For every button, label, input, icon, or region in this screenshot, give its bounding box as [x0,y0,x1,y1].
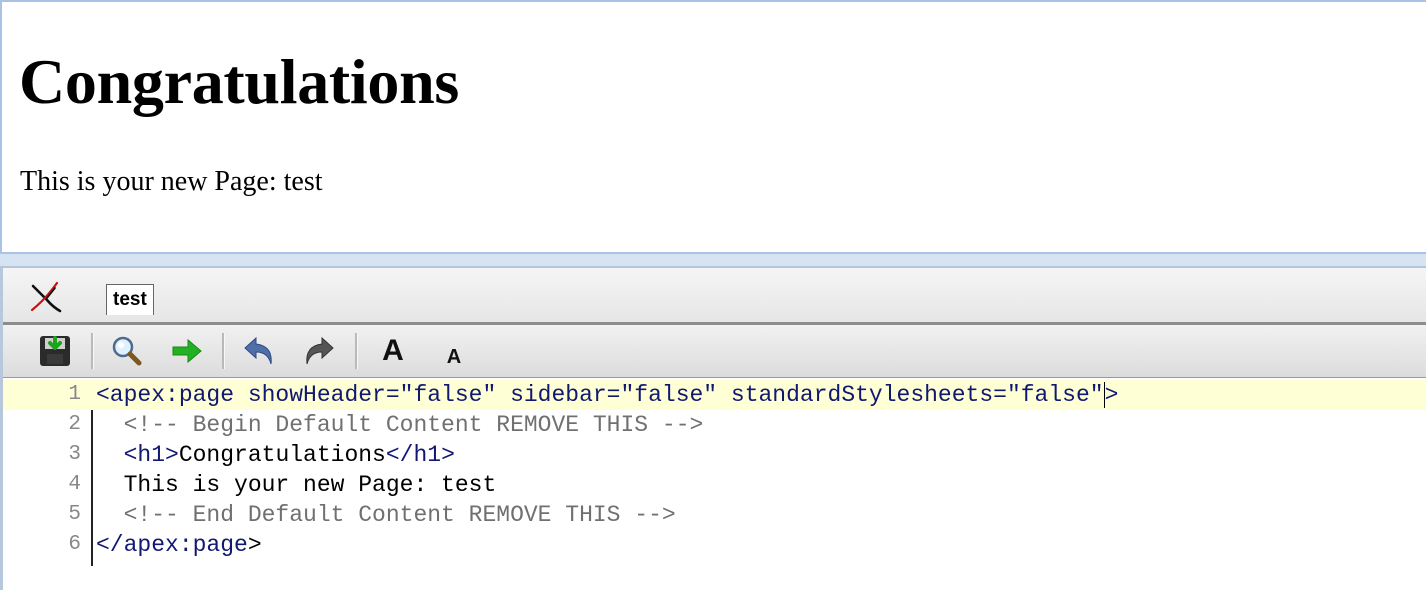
code-token: > [247,532,262,558]
code-token: > [1104,382,1119,408]
code-token: <apex:page showHeader="false" sidebar="f… [96,382,1104,408]
splitter[interactable] [0,254,1426,266]
search-icon [112,336,142,366]
code-token: </h1> [385,442,455,468]
redo-icon [306,336,334,365]
line-number: 6 [68,533,81,556]
go-to-line-icon [172,338,202,364]
line-number: 2 [68,413,81,436]
code-text: </apex:page> [96,530,262,560]
code-token: <!-- End Default Content REMOVE THIS --> [96,502,676,528]
code-text: <!-- End Default Content REMOVE THIS --> [96,500,676,530]
toolbar-separator [91,333,94,369]
code-token: <h1> [123,442,179,468]
tab-test[interactable]: test [106,284,154,315]
code-line[interactable]: 6 </apex:page> [3,530,1426,560]
code-text: <apex:page showHeader="false" sidebar="f… [96,380,1118,410]
toolbar-separator [222,333,225,369]
code-area[interactable]: 1 <apex:page showHeader="false" sidebar="… [3,380,1426,590]
close-x-icon [30,281,62,313]
editor-toolbar: A A [3,325,1426,378]
preview-body: This is your new Page: test [20,166,323,197]
code-line[interactable]: 4 This is your new Page: test [3,470,1426,500]
decrease-font-icon: A [446,345,462,368]
increase-font-button[interactable]: A [374,333,412,369]
line-number: 4 [68,473,81,496]
undo-button[interactable] [240,333,278,369]
code-token: <!-- Begin Default Content REMOVE THIS -… [96,412,704,438]
code-text: This is your new Page: test [96,470,497,500]
code-token: Congratulations [178,442,386,468]
undo-icon [244,336,272,365]
page-preview: Congratulations This is your new Page: t… [0,0,1426,254]
save-button[interactable] [36,333,74,369]
go-to-line-button[interactable] [168,333,206,369]
decrease-font-button[interactable]: A [435,333,473,375]
code-line[interactable]: 2 <!-- Begin Default Content REMOVE THIS… [3,410,1426,440]
preview-heading: Congratulations [19,46,460,117]
toolbar-separator [355,333,358,369]
line-number: 1 [68,383,81,406]
line-number: 3 [68,443,81,466]
close-editor-button[interactable] [27,280,67,314]
code-text: <h1>Congratulations</h1> [96,440,455,470]
code-token: </apex:page [96,532,248,558]
search-button[interactable] [107,333,145,369]
code-line[interactable]: 3 <h1>Congratulations</h1> [3,440,1426,470]
code-editor-panel: test A A 1 <apex:page showHeader="false"… [0,266,1426,590]
code-line[interactable]: 5 <!-- End Default Content REMOVE THIS -… [3,500,1426,530]
line-number: 5 [68,503,81,526]
editor-tabbar: test [3,268,1426,325]
code-token: This is your new Page: test [96,472,497,498]
redo-button[interactable] [300,333,338,369]
increase-font-icon: A [382,334,404,367]
code-text: <!-- Begin Default Content REMOVE THIS -… [96,410,704,440]
save-icon [40,336,70,366]
code-line[interactable]: 1 <apex:page showHeader="false" sidebar="… [3,380,1426,410]
